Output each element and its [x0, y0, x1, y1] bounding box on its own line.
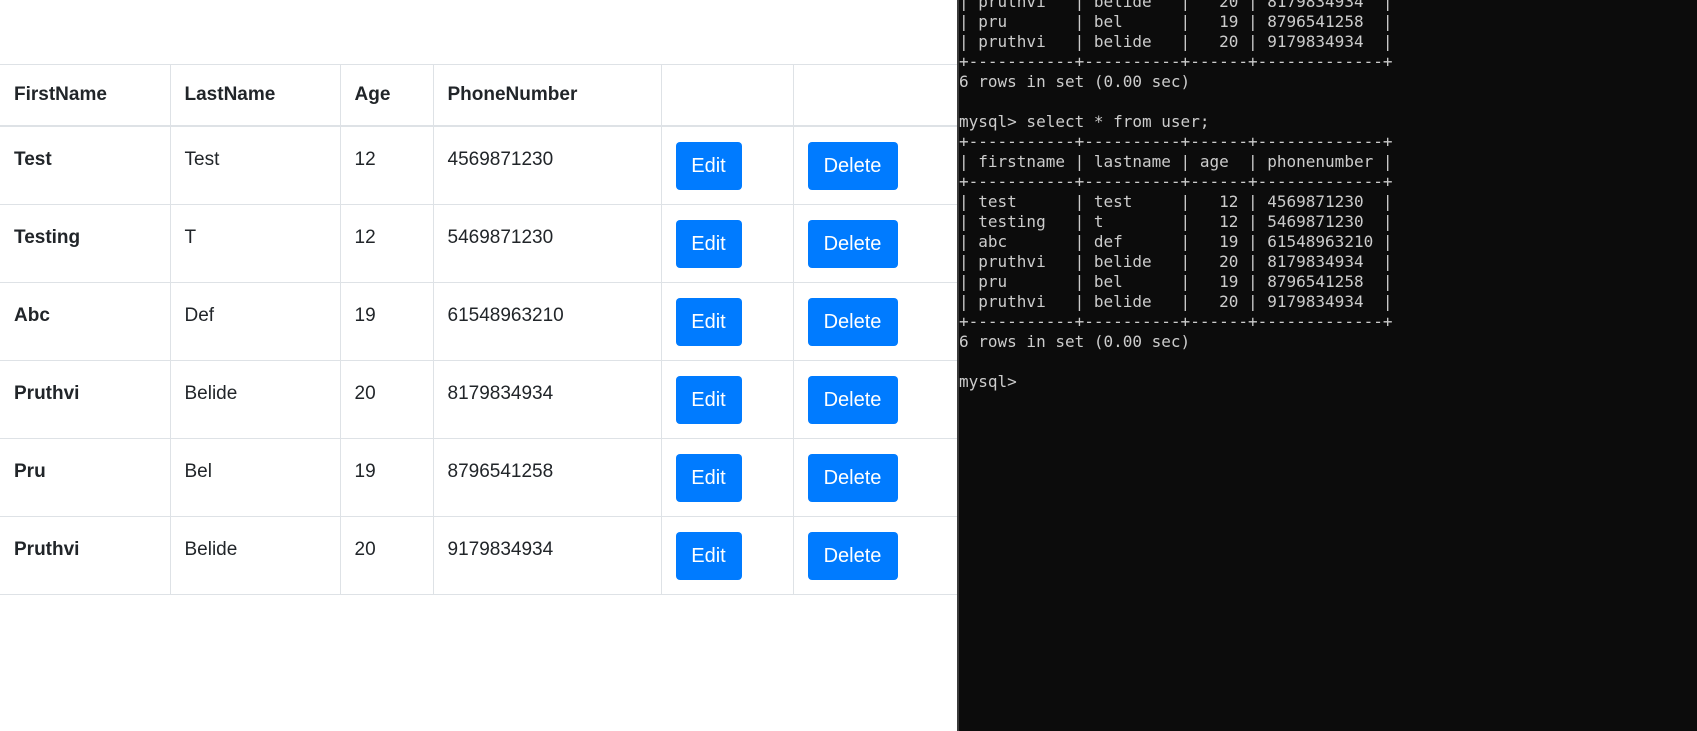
mysql-terminal[interactable]: | pruthvi | belide | 20 | 8179834934 | |…: [959, 0, 1697, 731]
header-phonenumber: PhoneNumber: [433, 64, 662, 127]
terminal-line: | pru | bel | 19 | 8796541258 |: [959, 12, 1393, 31]
cell-lastname: Test: [170, 125, 341, 204]
cell-age: 19: [340, 437, 434, 516]
cell-delete: Delete: [793, 515, 957, 595]
cell-lastname: Bel: [170, 437, 341, 516]
cell-lastname: Belide: [170, 359, 341, 438]
terminal-line: | testing | t | 12 | 5469871230 |: [959, 212, 1393, 231]
cell-lastname: Def: [170, 281, 341, 360]
cell-delete: Delete: [793, 359, 957, 438]
edit-button[interactable]: Edit: [675, 453, 742, 502]
users-table: FirstName LastName Age PhoneNumber Test …: [0, 64, 957, 595]
edit-button[interactable]: Edit: [675, 219, 742, 268]
terminal-line: | test | test | 12 | 4569871230 |: [959, 192, 1393, 211]
browser-pane: FirstName LastName Age PhoneNumber Test …: [0, 0, 957, 731]
cell-lastname: T: [170, 203, 341, 282]
cell-age: 12: [340, 125, 434, 204]
terminal-output: | pruthvi | belide | 20 | 8179834934 | |…: [959, 0, 1392, 392]
terminal-line: | pruthvi | belide | 20 | 8179834934 |: [959, 252, 1393, 271]
table-row: Abc Def 19 61548963210 Edit Delete: [0, 281, 957, 360]
cell-delete: Delete: [793, 125, 957, 204]
cell-phonenumber: 8796541258: [433, 437, 662, 516]
cell-edit: Edit: [661, 125, 794, 204]
terminal-prompt[interactable]: mysql>: [959, 372, 1026, 391]
terminal-line: | abc | def | 19 | 61548963210 |: [959, 232, 1393, 251]
terminal-line: +-----------+----------+------+---------…: [959, 132, 1393, 151]
table-row: Pruthvi Belide 20 9179834934 Edit Delete: [0, 515, 957, 595]
terminal-line: +-----------+----------+------+---------…: [959, 52, 1393, 71]
cell-firstname: Pruthvi: [0, 515, 171, 595]
table-row: Test Test 12 4569871230 Edit Delete: [0, 125, 957, 204]
terminal-line: +-----------+----------+------+---------…: [959, 312, 1393, 331]
terminal-line: | firstname | lastname | age | phonenumb…: [959, 152, 1393, 171]
edit-button[interactable]: Edit: [675, 297, 742, 346]
cell-edit: Edit: [661, 437, 794, 516]
cell-delete: Delete: [793, 281, 957, 360]
terminal-line: | pru | bel | 19 | 8796541258 |: [959, 272, 1393, 291]
terminal-line: | pruthvi | belide | 20 | 8179834934 |: [959, 0, 1393, 11]
edit-button[interactable]: Edit: [675, 142, 742, 190]
cell-firstname: Abc: [0, 281, 171, 360]
terminal-line: | pruthvi | belide | 20 | 9179834934 |: [959, 292, 1393, 311]
table-row: Pru Bel 19 8796541258 Edit Delete: [0, 437, 957, 516]
cell-age: 20: [340, 515, 434, 595]
cell-firstname: Testing: [0, 203, 171, 282]
terminal-line: mysql> select * from user;: [959, 112, 1210, 131]
table-row: Testing T 12 5469871230 Edit Delete: [0, 203, 957, 282]
cell-delete: Delete: [793, 203, 957, 282]
edit-button[interactable]: Edit: [675, 375, 742, 424]
cell-age: 20: [340, 359, 434, 438]
cell-edit: Edit: [661, 281, 794, 360]
table-row: Pruthvi Belide 20 8179834934 Edit Delete: [0, 359, 957, 438]
cell-edit: Edit: [661, 359, 794, 438]
terminal-line: +-----------+----------+------+---------…: [959, 172, 1393, 191]
header-age: Age: [340, 64, 434, 127]
delete-button[interactable]: Delete: [807, 453, 898, 502]
cell-phonenumber: 4569871230: [433, 125, 662, 204]
cell-delete: Delete: [793, 437, 957, 516]
cell-age: 19: [340, 281, 434, 360]
cell-edit: Edit: [661, 203, 794, 282]
header-edit-column: [661, 64, 794, 127]
edit-button[interactable]: Edit: [675, 531, 742, 580]
screen: FirstName LastName Age PhoneNumber Test …: [0, 0, 1697, 731]
cell-phonenumber: 9179834934: [433, 515, 662, 595]
cell-edit: Edit: [661, 515, 794, 595]
header-delete-column: [793, 64, 957, 127]
header-firstname: FirstName: [0, 64, 171, 127]
delete-button[interactable]: Delete: [807, 142, 898, 190]
delete-button[interactable]: Delete: [807, 375, 898, 424]
cell-phonenumber: 5469871230: [433, 203, 662, 282]
delete-button[interactable]: Delete: [807, 219, 898, 268]
terminal-line: | pruthvi | belide | 20 | 9179834934 |: [959, 32, 1393, 51]
header-lastname: LastName: [170, 64, 341, 127]
cell-phonenumber: 61548963210: [433, 281, 662, 360]
cell-age: 12: [340, 203, 434, 282]
terminal-line: 6 rows in set (0.00 sec): [959, 72, 1191, 91]
delete-button[interactable]: Delete: [807, 531, 898, 580]
table-header-row: FirstName LastName Age PhoneNumber: [0, 64, 957, 127]
terminal-line: 6 rows in set (0.00 sec): [959, 332, 1191, 351]
cell-phonenumber: 8179834934: [433, 359, 662, 438]
cell-firstname: Pru: [0, 437, 171, 516]
cell-firstname: Pruthvi: [0, 359, 171, 438]
cell-firstname: Test: [0, 125, 171, 204]
cell-lastname: Belide: [170, 515, 341, 595]
delete-button[interactable]: Delete: [807, 297, 898, 346]
